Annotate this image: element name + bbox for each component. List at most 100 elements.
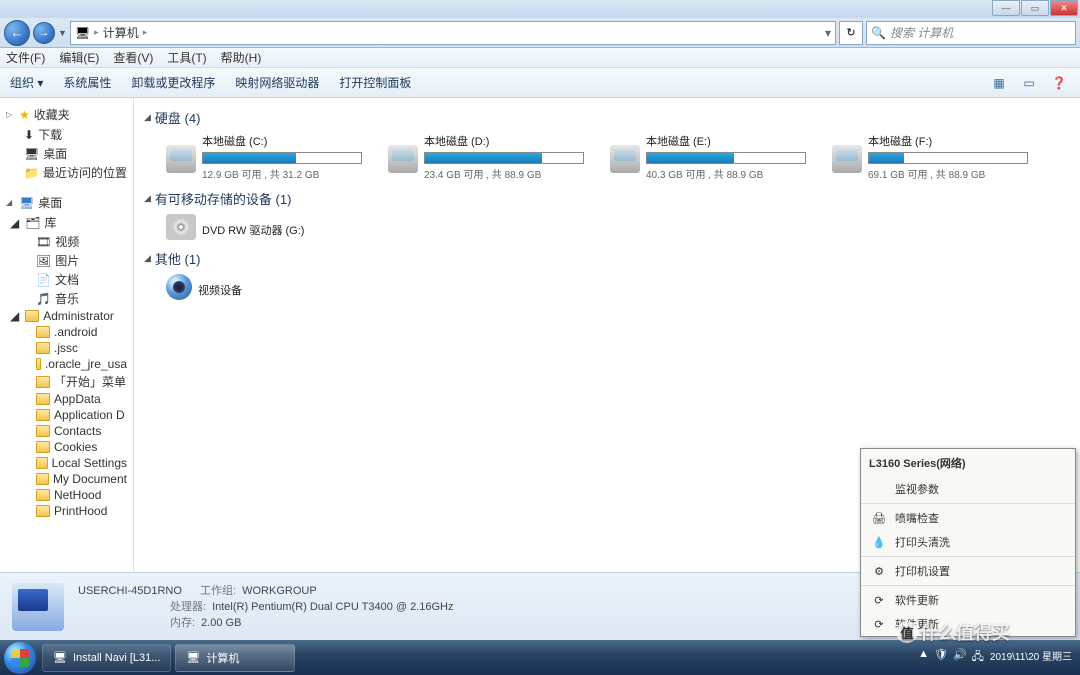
popup-item[interactable]: 💧打印头清洗 — [861, 530, 1075, 554]
drive-icon — [832, 145, 862, 173]
breadcrumb-computer[interactable]: 计算机 — [103, 24, 139, 41]
sidebar-item[interactable]: 🖼图片 — [2, 251, 131, 270]
taskbar-clock[interactable]: 2019\11\20 星期三 — [990, 652, 1072, 664]
folder-icon — [36, 473, 49, 485]
minimize-button[interactable]: — — [992, 0, 1020, 16]
task-icon: 🖥 — [186, 651, 200, 664]
sidebar-item[interactable]: NetHood — [2, 487, 131, 503]
breadcrumb-sep[interactable]: ▸ — [143, 27, 148, 38]
address-dropdown-icon[interactable]: ▾ — [825, 26, 831, 40]
menu-item[interactable]: 工具(T) — [167, 49, 206, 66]
search-icon: 🔍 — [871, 26, 886, 40]
sidebar-item[interactable]: Local Settings — [2, 455, 131, 471]
tray-network-icon[interactable]: 🖧 — [972, 648, 984, 667]
menu-item[interactable]: 编辑(E) — [59, 49, 99, 66]
preview-icon[interactable]: ▭ — [1018, 72, 1040, 94]
popup-item-icon: ⟳ — [871, 616, 887, 632]
folder-icon — [36, 342, 50, 354]
taskbar-item[interactable]: 🖥计算机 — [175, 644, 295, 672]
lib-icon: 🎞 — [36, 235, 51, 249]
desktop-icon: 🖥 — [19, 196, 34, 210]
history-dropdown-icon[interactable]: ▼ — [58, 28, 67, 38]
tray-icon[interactable]: 🔊 — [953, 648, 967, 667]
help-icon[interactable]: ❓ — [1048, 72, 1070, 94]
printer-popup: L3160 Series(网络) 监视参数🖨喷嘴检查💧打印头清洗⚙打印机设置⟳软… — [860, 448, 1076, 637]
popup-item-icon: ⚙ — [871, 563, 887, 579]
address-bar[interactable]: 🖥 ▸ 计算机 ▸ ▾ — [70, 21, 836, 45]
sidebar-item[interactable]: My Document — [2, 471, 131, 487]
start-button[interactable] — [4, 642, 36, 674]
folder-icon — [36, 376, 50, 388]
sidebar-item[interactable]: AppData — [2, 391, 131, 407]
sidebar-user-header[interactable]: ◢Administrator — [2, 308, 131, 324]
toolbar-item[interactable]: 打开控制面板 — [339, 74, 411, 91]
sidebar-item[interactable]: 🖥桌面 — [2, 144, 131, 163]
drive-item[interactable]: 本地磁盘 (E:)40.3 GB 可用 , 共 88.9 GB — [610, 133, 820, 181]
folder-icon — [36, 441, 50, 453]
search-placeholder: 搜索 计算机 — [890, 24, 953, 41]
search-box[interactable]: 🔍 搜索 计算机 — [866, 21, 1076, 45]
section-removable[interactable]: ◢有可移动存储的设备 (1) — [144, 189, 1070, 208]
video-device[interactable]: 视频设备 — [166, 274, 376, 301]
menu-item[interactable]: 查看(V) — [113, 49, 153, 66]
menubar: 文件(F) 编辑(E) 查看(V) 工具(T) 帮助(H) — [0, 48, 1080, 68]
sidebar-desktop-header[interactable]: ◢🖥桌面 — [2, 192, 131, 213]
menu-item[interactable]: 文件(F) — [6, 49, 45, 66]
toolbar-item[interactable]: 系统属性 — [63, 74, 111, 91]
usage-bar — [202, 152, 362, 164]
sidebar-item[interactable]: PrintHood — [2, 503, 131, 519]
usage-bar — [646, 152, 806, 164]
sidebar-favorites-header[interactable]: ▷★收藏夹 — [2, 104, 131, 125]
toolbar-item[interactable]: 映射网络驱动器 — [235, 74, 319, 91]
maximize-button[interactable]: ▭ — [1021, 0, 1049, 16]
sidebar-item[interactable]: .jssc — [2, 340, 131, 356]
dvd-drive[interactable]: DVD RW 驱动器 (G:) — [166, 214, 376, 241]
sidebar-item[interactable]: 🎞视频 — [2, 232, 131, 251]
sidebar-item[interactable]: Application D — [2, 407, 131, 423]
nav-pane: ▷★收藏夹 ⬇下载🖥桌面📁最近访问的位置 ◢🖥桌面 ◢🗂库 🎞视频🖼图片📄文档🎵… — [0, 98, 134, 572]
view-icon[interactable]: ▦ — [988, 72, 1010, 94]
fav-icon: ⬇ — [24, 128, 34, 142]
tray-icon[interactable]: ▲ — [918, 648, 929, 667]
toolbar: 组织 ▾ 系统属性 卸载或更改程序 映射网络驱动器 打开控制面板 ▦ ▭ ❓ — [0, 68, 1080, 98]
sidebar-item[interactable]: .oracle_jre_usa — [2, 356, 131, 372]
popup-item[interactable]: 🖨喷嘴检查 — [861, 506, 1075, 530]
toolbar-item[interactable]: 组织 ▾ — [10, 74, 43, 91]
drive-item[interactable]: 本地磁盘 (C:)12.9 GB 可用 , 共 31.2 GB — [166, 133, 376, 181]
sidebar-item[interactable]: 🎵音乐 — [2, 289, 131, 308]
drive-icon — [388, 145, 418, 173]
drive-item[interactable]: 本地磁盘 (F:)69.1 GB 可用 , 共 88.9 GB — [832, 133, 1042, 181]
section-hard-disk[interactable]: ◢硬盘 (4) — [144, 108, 1070, 127]
sidebar-item[interactable]: Contacts — [2, 423, 131, 439]
sidebar-item[interactable]: 📄文档 — [2, 270, 131, 289]
sidebar-item[interactable]: 📁最近访问的位置 — [2, 163, 131, 182]
taskbar-item[interactable]: 🖥Install Navi [L31... — [42, 644, 171, 672]
popup-item[interactable]: ⟳软件更新 — [861, 588, 1075, 612]
sidebar-item[interactable]: .android — [2, 324, 131, 340]
close-button[interactable]: ✕ — [1050, 0, 1078, 16]
sidebar-item[interactable]: ⬇下载 — [2, 125, 131, 144]
section-other[interactable]: ◢其他 (1) — [144, 249, 1070, 268]
toolbar-item[interactable]: 卸载或更改程序 — [131, 74, 215, 91]
sidebar-item[interactable]: 「开始」菜单 — [2, 372, 131, 391]
folder-icon — [36, 358, 41, 370]
sidebar-item[interactable]: Cookies — [2, 439, 131, 455]
titlebar[interactable]: — ▭ ✕ — [0, 0, 1080, 18]
refresh-button[interactable]: ↻ — [839, 21, 863, 45]
drive-item[interactable]: 本地磁盘 (D:)23.4 GB 可用 , 共 88.9 GB — [388, 133, 598, 181]
back-button[interactable]: ← — [4, 20, 30, 46]
sidebar-library-header[interactable]: ◢🗂库 — [2, 213, 131, 232]
popup-item[interactable]: ⟳软件更新 — [861, 612, 1075, 636]
usage-bar — [868, 152, 1028, 164]
forward-button[interactable]: → — [33, 22, 55, 44]
drive-icon — [610, 145, 640, 173]
popup-item-icon: 🖨 — [871, 510, 887, 526]
popup-item[interactable]: 监视参数 — [861, 477, 1075, 501]
task-icon: 🖥 — [53, 651, 67, 664]
popup-item[interactable]: ⚙打印机设置 — [861, 559, 1075, 583]
menu-item[interactable]: 帮助(H) — [221, 49, 262, 66]
tray-icon[interactable]: 🛡 — [934, 648, 948, 667]
folder-icon — [36, 489, 50, 501]
system-tray[interactable]: ▲ 🛡 🔊 🖧 2019\11\20 星期三 — [918, 648, 1076, 667]
lib-icon: 🖼 — [36, 254, 51, 268]
